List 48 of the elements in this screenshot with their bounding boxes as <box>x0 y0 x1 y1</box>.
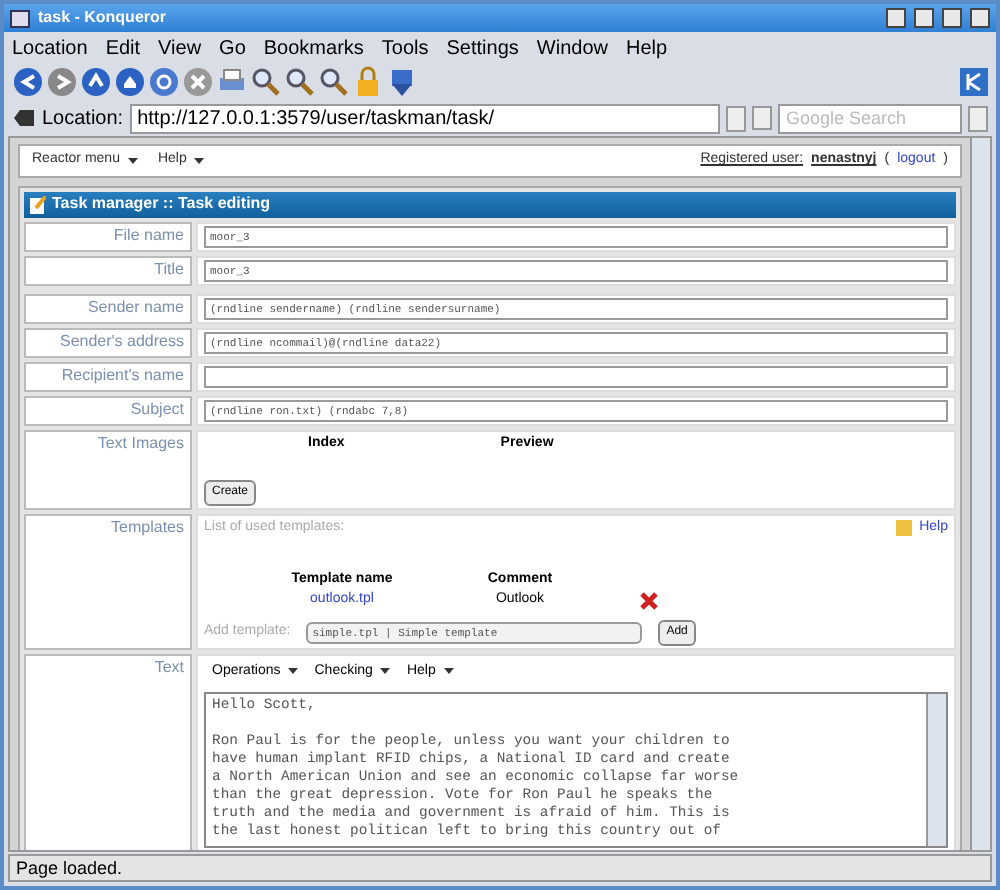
text-area[interactable] <box>204 692 948 848</box>
home-icon[interactable] <box>114 66 146 98</box>
field-label: Sender's address <box>24 327 192 357</box>
kde-logo-icon <box>960 68 988 96</box>
url-field[interactable]: http://127.0.0.1:3579/user/taskman/task/ <box>129 103 720 133</box>
edit-icon <box>30 195 46 213</box>
delete-icon[interactable] <box>640 591 658 610</box>
field-label: Text <box>24 653 192 850</box>
zoom-out-icon[interactable] <box>318 66 350 98</box>
menu-item[interactable]: Edit <box>105 33 141 63</box>
input-field[interactable] <box>204 365 948 387</box>
forward-icon[interactable] <box>46 66 78 98</box>
field-label: Text Images <box>24 429 192 509</box>
caret-icon <box>443 668 454 675</box>
stop-icon[interactable] <box>182 66 214 98</box>
download-icon[interactable] <box>386 66 418 98</box>
menu-item[interactable]: Tools <box>381 33 429 63</box>
clear-location-icon[interactable] <box>12 108 36 128</box>
field-label: Title <box>24 255 192 285</box>
location-label: Location: <box>42 105 124 133</box>
up-icon[interactable] <box>80 66 112 98</box>
caret-icon <box>380 668 391 675</box>
scrollbar[interactable] <box>970 138 990 850</box>
field-label: File name <box>24 221 192 251</box>
field-label: Templates <box>24 513 192 649</box>
menu-item[interactable]: Settings <box>446 33 519 63</box>
field-label: Subject <box>24 395 192 425</box>
menu-item[interactable]: Window <box>536 33 608 63</box>
window-icon <box>10 9 30 27</box>
menu-item[interactable]: Help <box>625 33 668 63</box>
status-bar: Page loaded. <box>8 854 992 882</box>
field-label: Sender name <box>24 293 192 323</box>
menu-item[interactable]: Go <box>219 33 246 63</box>
reload-icon[interactable] <box>148 66 180 98</box>
lock-icon[interactable] <box>352 66 384 98</box>
menu-item[interactable]: View <box>158 33 202 63</box>
caret-icon <box>288 668 299 675</box>
back-icon[interactable] <box>12 66 44 98</box>
menu-item[interactable]: Bookmarks <box>263 33 364 63</box>
caret-icon <box>194 157 205 164</box>
panel-title: Task manager :: Task editing <box>52 192 271 216</box>
field-label: Recipient's name <box>24 361 192 391</box>
scrollbar[interactable] <box>926 694 946 846</box>
magnifier-icon[interactable] <box>250 66 282 98</box>
zoom-in-icon[interactable] <box>284 66 316 98</box>
menu-item[interactable]: Location <box>12 33 88 63</box>
caret-icon <box>127 157 138 164</box>
window-title: task - Konqueror <box>38 6 169 30</box>
